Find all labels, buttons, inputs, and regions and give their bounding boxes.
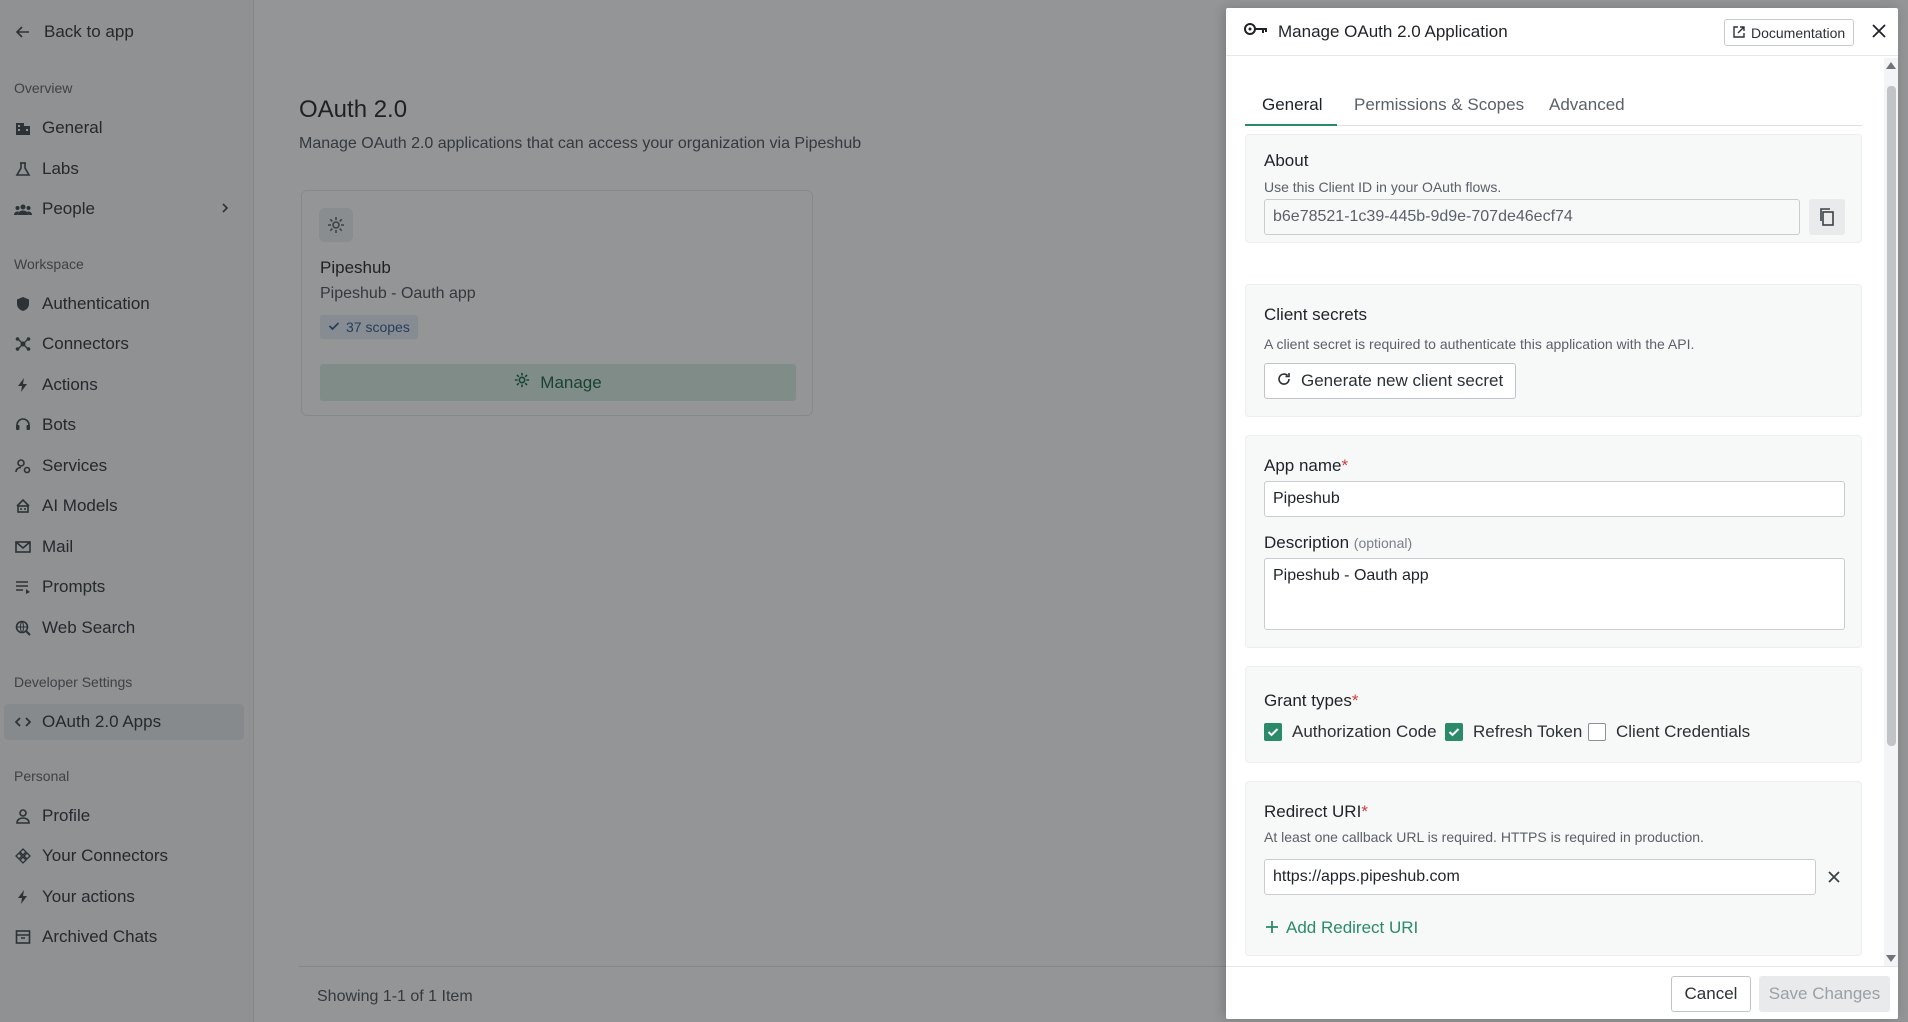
description-textarea[interactable]: Pipeshub - Oauth app xyxy=(1264,558,1845,630)
tab-general[interactable]: General xyxy=(1262,95,1322,115)
key-icon xyxy=(1244,21,1268,42)
external-link-icon xyxy=(1733,25,1745,41)
app-name-input[interactable]: Pipeshub xyxy=(1264,481,1845,517)
documentation-label: Documentation xyxy=(1751,24,1846,41)
generate-secret-label: Generate new client secret xyxy=(1301,371,1504,390)
about-help: Use this Client ID in your OAuth flows. xyxy=(1264,179,1502,195)
redirect-uri-label: Redirect URI* xyxy=(1264,802,1368,821)
about-title: About xyxy=(1264,151,1309,170)
client-secrets-title: Client secrets xyxy=(1264,305,1367,324)
checkbox-checked-icon[interactable] xyxy=(1264,723,1282,741)
client-id-field[interactable]: b6e78521-1c39-445b-9d9e-707de46ecf74 xyxy=(1264,199,1800,235)
app-details-section: App name* Pipeshub Description (optional… xyxy=(1245,435,1862,648)
redirect-uri-input[interactable]: https://apps.pipeshub.com xyxy=(1264,859,1816,895)
panel-footer: Cancel Save Changes xyxy=(1226,966,1898,1019)
grant-authorization-code[interactable]: Authorization Code xyxy=(1264,722,1437,742)
save-changes-button[interactable]: Save Changes xyxy=(1759,976,1890,1012)
grant-types-label: Grant types* xyxy=(1264,691,1359,710)
panel-tabs: General Permissions & Scopes Advanced xyxy=(1245,84,1862,126)
refresh-icon xyxy=(1277,371,1291,391)
grant-label: Refresh Token xyxy=(1473,722,1583,741)
client-secrets-help: A client secret is required to authentic… xyxy=(1264,336,1695,352)
redirect-uri-section: Redirect URI* At least one callback URL … xyxy=(1245,781,1862,956)
grant-label: Authorization Code xyxy=(1292,722,1437,741)
grant-label: Client Credentials xyxy=(1616,722,1751,741)
tab-advanced[interactable]: Advanced xyxy=(1549,95,1625,115)
grant-types-section: Grant types* Authorization Code Refresh … xyxy=(1245,666,1862,763)
cancel-button[interactable]: Cancel xyxy=(1671,976,1751,1012)
checkbox-unchecked-icon[interactable] xyxy=(1588,723,1606,741)
generate-secret-button[interactable]: Generate new client secret xyxy=(1264,363,1517,399)
redirect-uri-help: At least one callback URL is required. H… xyxy=(1264,829,1704,845)
scroll-down-icon[interactable] xyxy=(1886,955,1896,962)
manage-oauth-panel: Manage OAuth 2.0 Application Documentati… xyxy=(1226,8,1898,1019)
active-tab-indicator xyxy=(1245,124,1337,126)
grant-refresh-token[interactable]: Refresh Token xyxy=(1445,722,1582,742)
tab-permissions-scopes[interactable]: Permissions & Scopes xyxy=(1354,95,1524,115)
close-icon[interactable] xyxy=(1870,22,1888,40)
grant-client-credentials[interactable]: Client Credentials xyxy=(1588,722,1750,742)
add-redirect-uri-label: Add Redirect URI xyxy=(1286,918,1419,937)
app-name-label: App name* xyxy=(1264,456,1349,475)
documentation-button[interactable]: Documentation xyxy=(1724,19,1855,46)
panel-title-text: Manage OAuth 2.0 Application xyxy=(1278,21,1508,41)
add-redirect-uri-button[interactable]: Add Redirect URI xyxy=(1266,918,1418,938)
scroll-up-icon[interactable] xyxy=(1886,62,1896,69)
client-secrets-section: Client secrets A client secret is requir… xyxy=(1245,284,1862,417)
scroll-thumb[interactable] xyxy=(1887,86,1896,746)
panel-scrollbar[interactable] xyxy=(1884,58,1898,966)
about-section: About Use this Client ID in your OAuth f… xyxy=(1245,134,1862,243)
checkbox-checked-icon[interactable] xyxy=(1445,723,1463,741)
panel-title: Manage OAuth 2.0 Application xyxy=(1244,21,1508,42)
copy-icon[interactable] xyxy=(1809,199,1845,235)
plus-icon xyxy=(1266,918,1278,938)
description-label: Description (optional) xyxy=(1264,533,1413,552)
remove-uri-icon[interactable] xyxy=(1824,867,1844,887)
panel-header: Manage OAuth 2.0 Application Documentati… xyxy=(1226,8,1898,56)
